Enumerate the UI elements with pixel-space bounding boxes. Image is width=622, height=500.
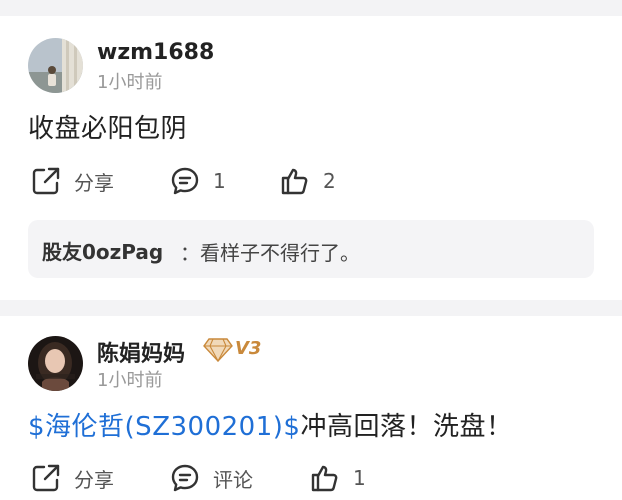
stock-link[interactable]: $海伦哲(SZ300201)$ xyxy=(28,412,300,442)
comment-button[interactable]: 1 xyxy=(169,165,226,197)
post-text: 冲高回落！洗盘！ xyxy=(300,412,513,442)
post-card: wzm1688 1小时前 收盘必阳包阴 分享 1 2 股友0ozPag ：看样子… xyxy=(0,16,622,300)
comment-label: 评论 xyxy=(213,467,253,492)
reply-preview[interactable]: 股友0ozPag ：看样子不得行了。 xyxy=(28,220,594,278)
diamond-icon xyxy=(203,338,233,366)
share-label: 分享 xyxy=(74,170,114,195)
post-time: 1小时前 xyxy=(97,370,163,391)
comment-icon xyxy=(169,165,201,197)
username[interactable]: wzm1688 xyxy=(97,40,214,65)
post-content: $海伦哲(SZ300201)$冲高回落！洗盘！ xyxy=(28,406,512,443)
post-card: 陈娟妈妈 V3 1小时前 $海伦哲(SZ300201)$冲高回落！洗盘！ 分享 xyxy=(0,316,622,500)
vip-badge: V3 xyxy=(203,336,273,363)
like-button[interactable]: 1 xyxy=(309,462,366,494)
share-button[interactable]: 分享 xyxy=(30,165,114,197)
username[interactable]: 陈娟妈妈 xyxy=(97,336,185,368)
share-icon xyxy=(30,165,62,197)
avatar[interactable] xyxy=(28,38,83,93)
reply-text: ：看样子不得行了。 xyxy=(180,241,360,265)
like-count: 2 xyxy=(323,169,336,193)
comment-icon xyxy=(169,462,201,494)
thumbs-up-icon xyxy=(309,462,341,494)
post-time: 1小时前 xyxy=(97,72,163,93)
like-button[interactable]: 2 xyxy=(279,165,336,197)
share-icon xyxy=(30,462,62,494)
comment-count: 1 xyxy=(213,169,226,193)
reply-username[interactable]: 股友0ozPag xyxy=(42,236,163,265)
thumbs-up-icon xyxy=(279,165,311,197)
share-button[interactable]: 分享 xyxy=(30,462,114,494)
comment-button[interactable]: 评论 xyxy=(169,462,253,494)
share-label: 分享 xyxy=(74,467,114,492)
badge-label: V3 xyxy=(235,338,262,359)
like-count: 1 xyxy=(353,466,366,490)
avatar[interactable] xyxy=(28,336,83,391)
post-content: 收盘必阳包阴 xyxy=(28,114,188,144)
